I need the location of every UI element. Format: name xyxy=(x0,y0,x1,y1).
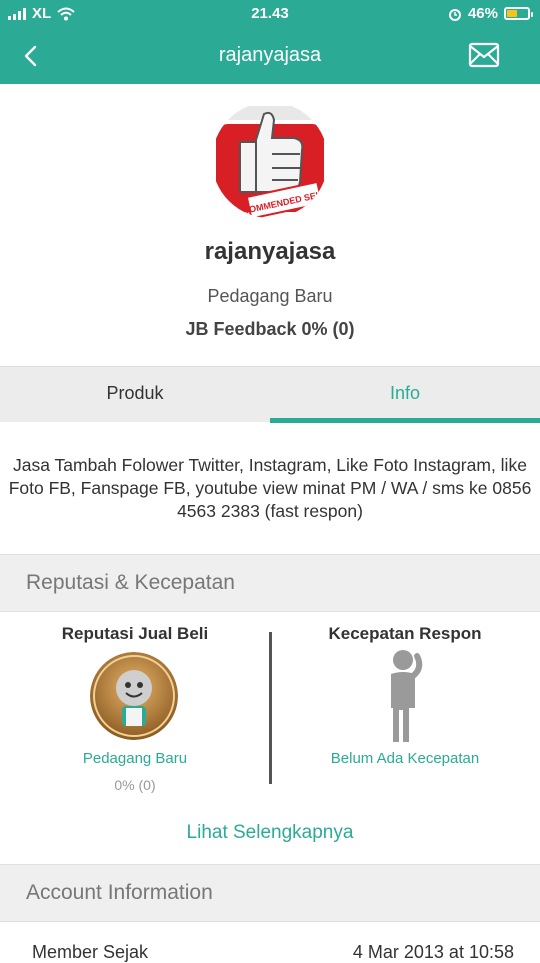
reputation-panel: Reputasi Jual Beli Pedagang Baru 0% (0) … xyxy=(0,612,540,864)
seller-feedback: JB Feedback 0% (0) xyxy=(185,319,355,339)
account-row: Member Sejak 4 Mar 2013 at 10:58 xyxy=(0,922,540,962)
battery-icon xyxy=(504,7,533,20)
reputation-level: Pedagang Baru xyxy=(82,750,188,767)
see-more-link[interactable]: Lihat Selengkapnya xyxy=(0,822,540,844)
page-title: rajanyajasa xyxy=(218,44,322,66)
medal-icon xyxy=(90,652,178,740)
alarm-icon xyxy=(448,8,461,21)
profile-section: RECOMMENDED SELLER rajanyajasa Pedagang … xyxy=(0,84,540,366)
seller-avatar: RECOMMENDED SELLER xyxy=(212,102,328,218)
tab-info[interactable]: Info xyxy=(270,367,540,423)
seller-description: Jasa Tambah Folower Twitter, Instagram, … xyxy=(8,455,532,521)
account-section-title: Account Information xyxy=(0,864,540,922)
response-title: Kecepatan Respon xyxy=(328,624,482,643)
response-level: Belum Ada Kecepatan xyxy=(330,750,480,767)
reputation-section-title: Reputasi & Kecepatan xyxy=(0,554,540,612)
profile-tabs: Produk Info xyxy=(0,366,540,423)
nav-bar: rajanyajasa xyxy=(0,28,540,84)
reputation-title: Reputasi Jual Beli xyxy=(61,624,209,643)
mail-icon[interactable] xyxy=(468,42,500,68)
thumbs-up-badge-icon: RECOMMENDED SELLER xyxy=(212,102,328,218)
seller-username: rajanyajasa xyxy=(204,238,336,265)
seller-status: Pedagang Baru xyxy=(207,286,333,306)
tab-produk[interactable]: Produk xyxy=(0,367,270,423)
person-thinking-icon xyxy=(391,650,423,742)
battery-percent: 46% xyxy=(467,5,498,22)
status-bar: XL 21.43 46% xyxy=(0,0,540,28)
reputation-percent: 0% (0) xyxy=(114,777,156,793)
app-header: XL 21.43 46% rajanyajasa xyxy=(0,0,540,84)
